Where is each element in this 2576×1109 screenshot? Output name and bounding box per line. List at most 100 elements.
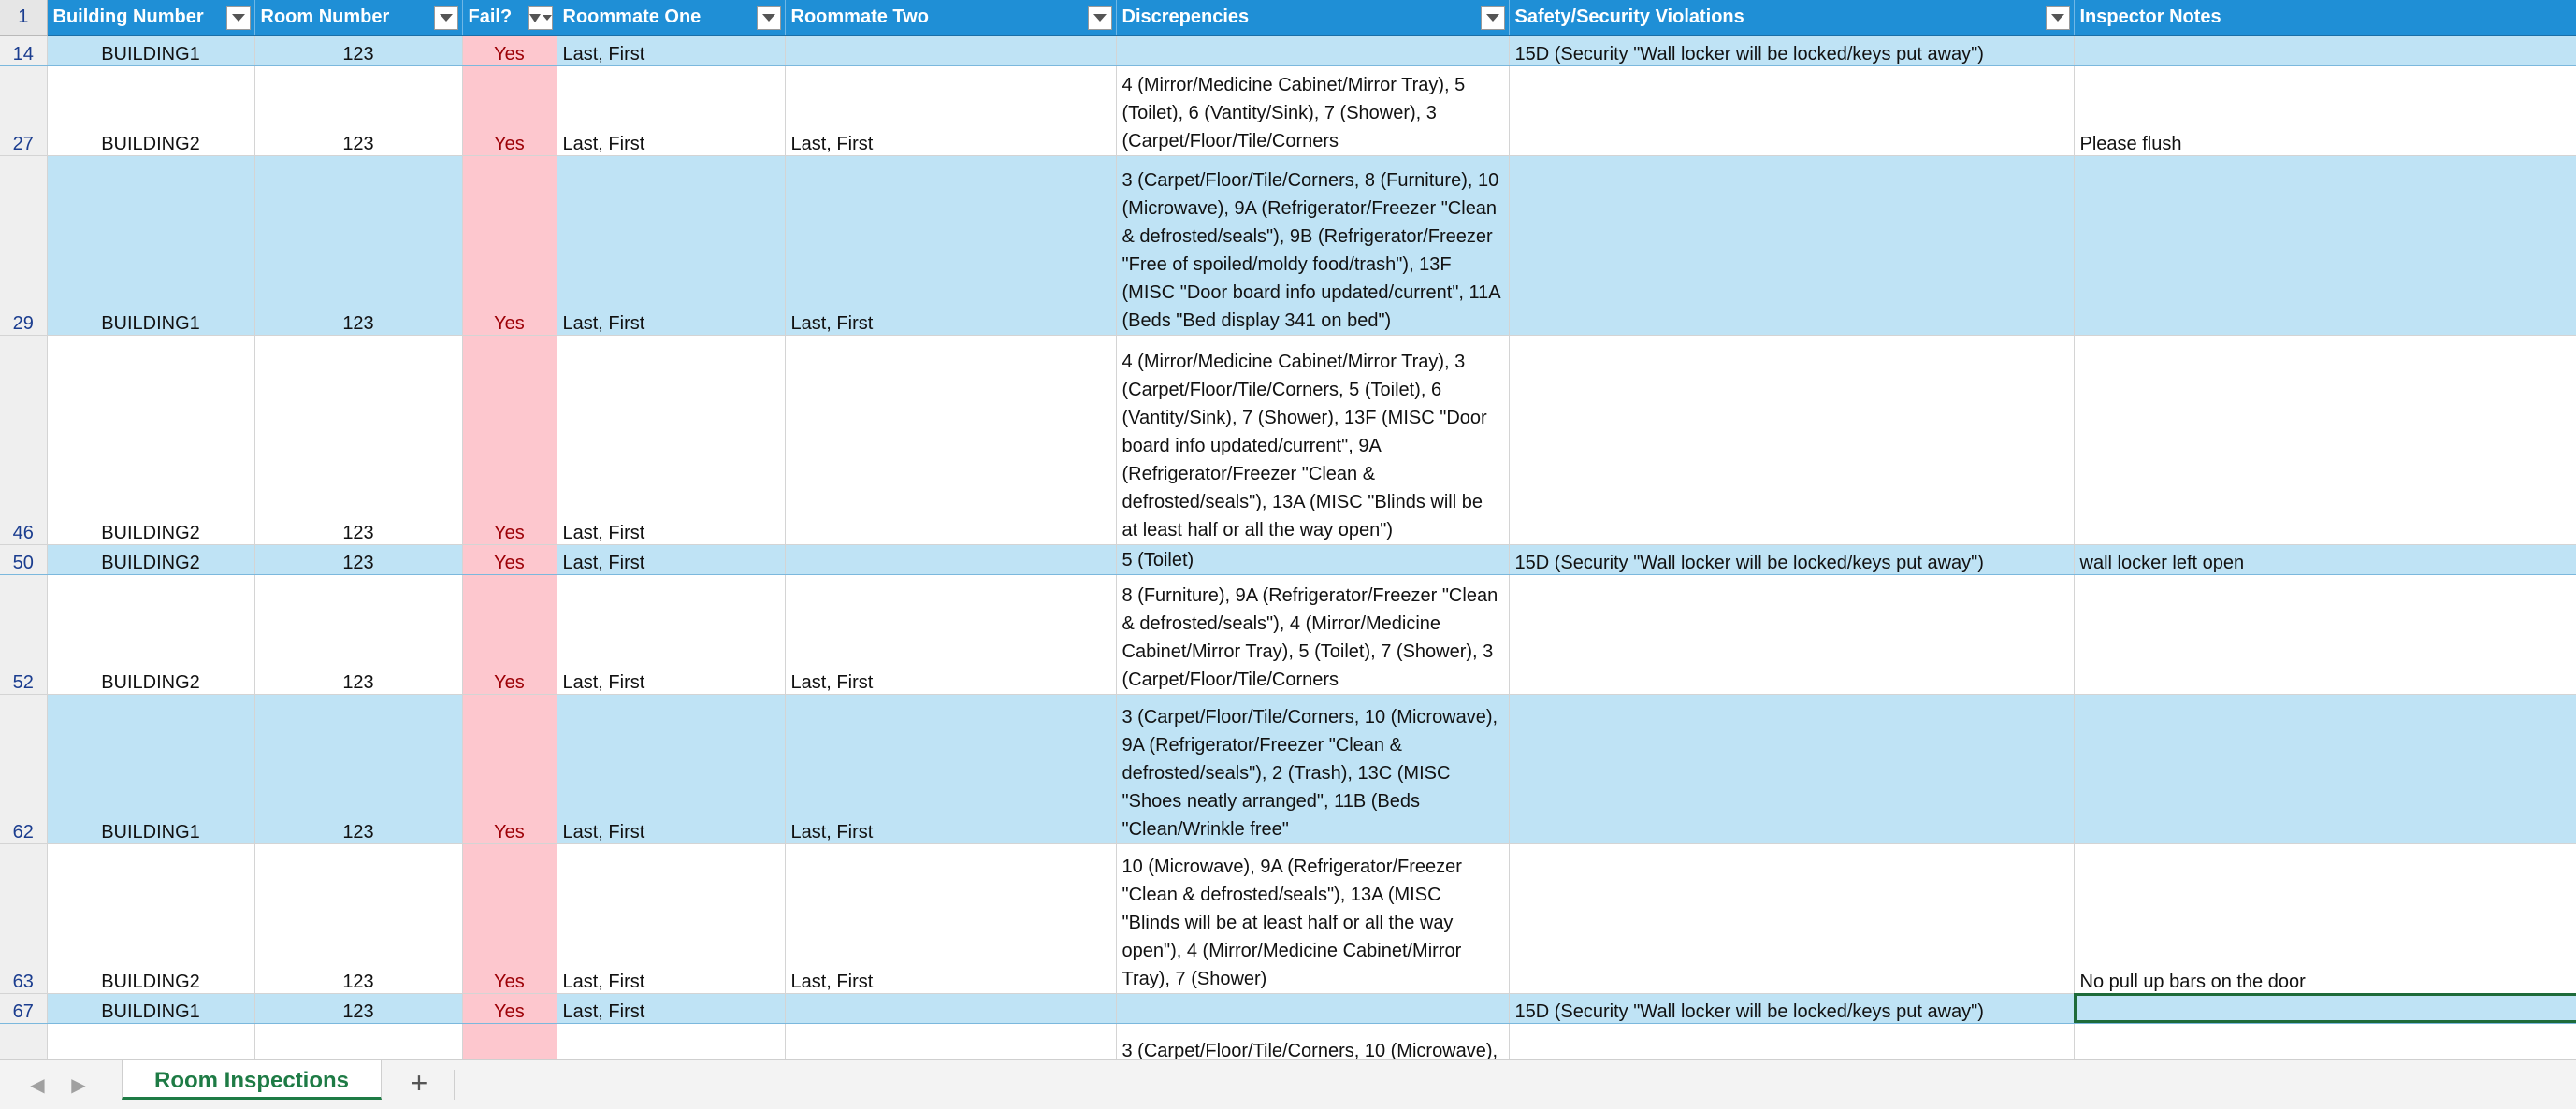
cell-room[interactable] bbox=[254, 1023, 463, 1059]
cell-room[interactable]: 123 bbox=[254, 544, 463, 575]
cell-inspector-notes[interactable]: wall locker left open bbox=[2074, 544, 2576, 575]
cell-safety[interactable] bbox=[1509, 155, 2075, 336]
cell-inspector-notes[interactable] bbox=[2074, 36, 2576, 66]
cell-room[interactable]: 123 bbox=[254, 993, 463, 1024]
cell-safety[interactable] bbox=[1509, 1023, 2075, 1059]
col-header-inspector-notes[interactable]: Inspector Notes bbox=[2074, 0, 2576, 36]
cell-inspector-notes[interactable]: Please flush bbox=[2074, 65, 2576, 156]
col-header-roommate-one[interactable]: Roommate One bbox=[557, 0, 786, 36]
row-number[interactable] bbox=[0, 1023, 48, 1059]
cell-inspector-notes[interactable] bbox=[2074, 155, 2576, 336]
cell-fail[interactable]: Yes bbox=[462, 544, 557, 575]
cell-roommate-two[interactable] bbox=[785, 36, 1117, 66]
cell-roommate-two[interactable]: Last, First bbox=[785, 574, 1117, 695]
filter-dropdown-discrepencies[interactable] bbox=[1480, 6, 1505, 30]
filter-dropdown-fail-active[interactable] bbox=[528, 6, 553, 30]
row-number[interactable]: 29 bbox=[0, 155, 48, 336]
cell-building[interactable]: BUILDING2 bbox=[47, 335, 255, 545]
row-number[interactable]: 67 bbox=[0, 993, 48, 1024]
col-header-safety[interactable]: Safety/Security Violations bbox=[1509, 0, 2075, 36]
cell-building[interactable]: BUILDING1 bbox=[47, 993, 255, 1024]
cell-room[interactable]: 123 bbox=[254, 335, 463, 545]
cell-safety[interactable] bbox=[1509, 335, 2075, 545]
cell-inspector-notes[interactable] bbox=[2074, 1023, 2576, 1059]
cell-fail[interactable]: Yes bbox=[462, 574, 557, 695]
cell-room[interactable]: 123 bbox=[254, 65, 463, 156]
cell-building[interactable]: BUILDING1 bbox=[47, 694, 255, 844]
chevron-left-icon[interactable]: ◀ bbox=[26, 1073, 49, 1096]
cell-building[interactable]: BUILDING1 bbox=[47, 36, 255, 66]
cell-safety[interactable]: 15D (Security "Wall locker will be locke… bbox=[1509, 36, 2075, 66]
filter-dropdown-roommate-two[interactable] bbox=[1087, 6, 1112, 30]
cell-roommate-one[interactable]: Last, First bbox=[557, 155, 786, 336]
row-number[interactable]: 14 bbox=[0, 36, 48, 66]
cell-discrepencies[interactable]: 3 (Carpet/Floor/Tile/Corners, 10 (Microw… bbox=[1116, 1023, 1510, 1059]
cell-roommate-one[interactable]: Last, First bbox=[557, 993, 786, 1024]
cell-roommate-two[interactable] bbox=[785, 1023, 1117, 1059]
filter-dropdown-safety[interactable] bbox=[2045, 6, 2070, 30]
col-header-building[interactable]: Building Number bbox=[47, 0, 255, 36]
cell-fail[interactable]: Yes bbox=[462, 993, 557, 1024]
cell-roommate-two[interactable] bbox=[785, 993, 1117, 1024]
cell-discrepencies[interactable]: 3 (Carpet/Floor/Tile/Corners, 10 (Microw… bbox=[1116, 694, 1510, 844]
cell-inspector-notes[interactable] bbox=[2074, 335, 2576, 545]
cell-inspector-notes[interactable] bbox=[2074, 694, 2576, 844]
cell-discrepencies[interactable]: 3 (Carpet/Floor/Tile/Corners, 8 (Furnitu… bbox=[1116, 155, 1510, 336]
spreadsheet-grid[interactable]: 1 Building Number Room Number Fail? Room… bbox=[0, 0, 2576, 1059]
cell-fail[interactable]: Yes bbox=[462, 694, 557, 844]
cell-safety[interactable] bbox=[1509, 574, 2075, 695]
col-header-fail[interactable]: Fail? bbox=[462, 0, 557, 36]
cell-roommate-one[interactable]: Last, First bbox=[557, 65, 786, 156]
cell-room[interactable]: 123 bbox=[254, 155, 463, 336]
cell-discrepencies[interactable] bbox=[1116, 993, 1510, 1024]
cell-roommate-two[interactable]: Last, First bbox=[785, 65, 1117, 156]
cell-room[interactable]: 123 bbox=[254, 574, 463, 695]
cell-roommate-two[interactable]: Last, First bbox=[785, 843, 1117, 994]
cell-building[interactable]: BUILDING1 bbox=[47, 155, 255, 336]
cell-building[interactable]: BUILDING2 bbox=[47, 843, 255, 994]
cell-fail[interactable]: Yes bbox=[462, 843, 557, 994]
cell-safety[interactable]: 15D (Security "Wall locker will be locke… bbox=[1509, 544, 2075, 575]
cell-fail[interactable]: Yes bbox=[462, 155, 557, 336]
cell-roommate-two[interactable] bbox=[785, 335, 1117, 545]
cell-fail[interactable]: Yes bbox=[462, 335, 557, 545]
cell-inspector-notes[interactable]: No pull up bars on the door bbox=[2074, 843, 2576, 994]
cell-room[interactable]: 123 bbox=[254, 36, 463, 66]
cell-roommate-one[interactable]: Last, First bbox=[557, 574, 786, 695]
cell-fail[interactable]: Yes bbox=[462, 36, 557, 66]
cell-room[interactable]: 123 bbox=[254, 694, 463, 844]
add-sheet-button[interactable]: + bbox=[402, 1066, 436, 1100]
cell-roommate-two[interactable] bbox=[785, 544, 1117, 575]
cell-roommate-two[interactable]: Last, First bbox=[785, 694, 1117, 844]
sheet-tab-room-inspections[interactable]: Room Inspections bbox=[122, 1060, 383, 1100]
cell-building[interactable] bbox=[47, 1023, 255, 1059]
row-number[interactable]: 1 bbox=[0, 0, 48, 36]
cell-safety[interactable] bbox=[1509, 843, 2075, 994]
filter-dropdown-roommate-one[interactable] bbox=[756, 6, 781, 30]
cell-building[interactable]: BUILDING2 bbox=[47, 574, 255, 695]
col-header-discrepencies[interactable]: Discrepencies bbox=[1116, 0, 1510, 36]
row-number[interactable]: 62 bbox=[0, 694, 48, 844]
cell-discrepencies[interactable] bbox=[1116, 36, 1510, 66]
row-number[interactable]: 46 bbox=[0, 335, 48, 545]
cell-discrepencies[interactable]: 4 (Mirror/Medicine Cabinet/Mirror Tray),… bbox=[1116, 335, 1510, 545]
row-number[interactable]: 63 bbox=[0, 843, 48, 994]
row-number[interactable]: 27 bbox=[0, 65, 48, 156]
cell-roommate-one[interactable]: Last, First bbox=[557, 335, 786, 545]
row-number[interactable]: 52 bbox=[0, 574, 48, 695]
cell-roommate-one[interactable]: Last, First bbox=[557, 36, 786, 66]
cell-roommate-one[interactable]: Last, First bbox=[557, 544, 786, 575]
cell-roommate-one[interactable]: Last, First bbox=[557, 694, 786, 844]
cell-safety[interactable]: 15D (Security "Wall locker will be locke… bbox=[1509, 993, 2075, 1024]
cell-inspector-notes[interactable] bbox=[2074, 574, 2576, 695]
cell-discrepencies[interactable]: 8 (Furniture), 9A (Refrigerator/Freezer … bbox=[1116, 574, 1510, 695]
cell-discrepencies[interactable]: 4 (Mirror/Medicine Cabinet/Mirror Tray),… bbox=[1116, 65, 1510, 156]
filter-dropdown-room[interactable] bbox=[433, 6, 458, 30]
cell-room[interactable]: 123 bbox=[254, 843, 463, 994]
cell-building[interactable]: BUILDING2 bbox=[47, 544, 255, 575]
cell-discrepencies[interactable]: 10 (Microwave), 9A (Refrigerator/Freezer… bbox=[1116, 843, 1510, 994]
cell-roommate-one[interactable] bbox=[557, 1023, 786, 1059]
cell-roommate-one[interactable]: Last, First bbox=[557, 843, 786, 994]
chevron-right-icon[interactable]: ▶ bbox=[67, 1073, 90, 1096]
cell-building[interactable]: BUILDING2 bbox=[47, 65, 255, 156]
